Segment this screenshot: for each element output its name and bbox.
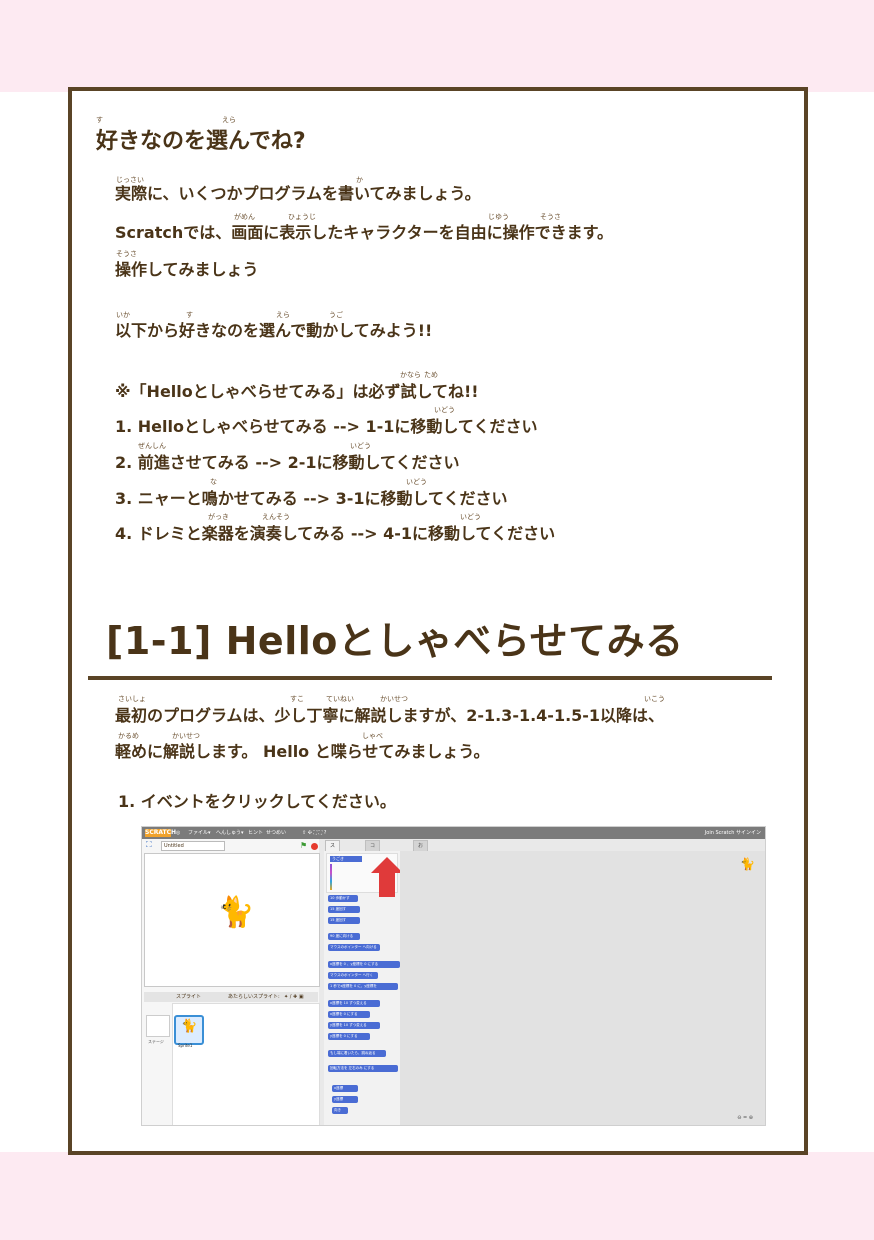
intro-line-3: 操作してみましょう [115, 260, 259, 279]
palette-block[interactable]: x座標を 10 ずつ変える [328, 1000, 380, 1007]
sprite1-name: Sprite1 [178, 1043, 193, 1048]
stage[interactable]: 🐈 [144, 853, 320, 987]
toolbar-icons[interactable]: ⇧ ✣ ⛶ ⛶ ? [302, 829, 326, 837]
palette-block[interactable]: x座標を 0 、y座標を 0 にする [328, 961, 400, 968]
intro-note: ※「Helloとしゃべらせてみる」は必ず試してね!! [115, 382, 479, 401]
red-arrow-shaft [379, 873, 395, 897]
sprite-preview-icon: 🐈 [740, 857, 755, 871]
sprites-label: スプライト [176, 994, 202, 1000]
block-palette: うごき 10 歩動かす 15 度回す 15 度回す 90 度に向ける マウスのポ… [324, 851, 403, 1125]
fullscreen-icon[interactable]: ⛶ [146, 841, 152, 849]
palette-block[interactable]: 向き [332, 1107, 348, 1114]
palette-block[interactable]: 15 度回す [328, 906, 360, 913]
scratch-menubar: SCRATCH ◎ ファイル▾ へんしゅう▾ ヒント せつめい ⇧ ✣ ⛶ ⛶ … [142, 827, 765, 839]
palette-block[interactable]: 90 度に向ける [328, 933, 360, 940]
palette-block[interactable]: y座標を 0 にする [328, 1033, 370, 1040]
intro-line-1: 実際に、いくつかプログラムを書いてみましょう。 [115, 184, 481, 203]
option-4: 4. ドレミと楽器を演奏してみる --> 4-1に移動してください [115, 524, 556, 543]
menu-about[interactable]: せつめい [266, 829, 286, 837]
cat-sprite-icon[interactable]: 🐈 [217, 898, 254, 928]
signin-link[interactable]: Join Scratch サインイン [705, 829, 761, 837]
globe-icon[interactable]: ◎ [176, 829, 180, 837]
scratch-logo: SCRATCH [145, 829, 177, 837]
option-2: 2. 前進させてみる --> 2-1に移動してください [115, 453, 460, 472]
palette-block[interactable]: x座標を 0 にする [328, 1011, 370, 1018]
section-line-1: 最初のプログラムは、少し丁寧に解説しますが、2-1.3-1.4-1.5-1以降は… [115, 706, 665, 725]
menu-file[interactable]: ファイル▾ [188, 829, 211, 837]
script-area[interactable]: 🐈 ⊖ = ⊕ [400, 851, 765, 1125]
bottom-pink-band [0, 1152, 874, 1240]
palette-block[interactable]: x座標 [332, 1085, 358, 1092]
palette-block[interactable]: 1 秒でx座標を 0 に、y座標を [328, 983, 398, 990]
palette-block[interactable]: マウスのポインター へ向ける [328, 944, 380, 951]
palette-block[interactable]: もし端に着いたら、跳ね返る [328, 1050, 386, 1057]
palette-block[interactable]: y座標を 10 ずつ変える [328, 1022, 380, 1029]
palette-block[interactable]: マウスのポインター へ行く [328, 972, 378, 979]
category-motion[interactable]: うごき [330, 856, 362, 862]
palette-block[interactable]: y座標 [332, 1096, 358, 1103]
stage-thumbnail[interactable] [146, 1015, 170, 1037]
red-arrow-annotation [371, 857, 403, 873]
section-divider [88, 676, 772, 680]
menu-edit[interactable]: へんしゅう▾ [216, 829, 244, 837]
palette-block[interactable]: 回転方法を 左右のみ にする [328, 1065, 398, 1072]
new-sprite-icons[interactable]: ✦ / ✚ ▣ [284, 992, 304, 1002]
palette-block[interactable]: 15 度回す [328, 917, 360, 924]
sprites-header: スプライト あたらしいスプライト: ✦ / ✚ ▣ [144, 992, 318, 1002]
scratch-screenshot: SCRATCH ◎ ファイル▾ へんしゅう▾ ヒント せつめい ⇧ ✣ ⛶ ⛶ … [141, 826, 766, 1126]
intro-heading: 好きなのを選んでね? [96, 129, 306, 154]
option-1: 1. Helloとしゃべらせてみる --> 1-1に移動してください [115, 417, 538, 436]
zoom-controls[interactable]: ⊖ = ⊕ [737, 1115, 753, 1121]
category-colors[interactable] [330, 864, 332, 890]
intro-line-2: Scratchでは、画面に表示したキャラクターを自由に操作できます。 [115, 223, 613, 242]
project-title-input[interactable]: Untitled [161, 841, 225, 851]
section-line-2: 軽めに解説します。 Hello と喋らせてみましょう。 [115, 742, 490, 761]
stage-label: ステージ [148, 1039, 164, 1044]
cat-icon: 🐈 [181, 1019, 198, 1034]
palette-block[interactable]: 10 歩動かす [328, 895, 358, 902]
intro-line-4: 以下から好きなのを選んで動かしてみよう!! [115, 321, 433, 340]
top-pink-band [0, 0, 874, 92]
new-sprite-label: あたらしいスプライト: [228, 994, 280, 1000]
green-flag-icon[interactable]: ⚑ [300, 842, 307, 850]
option-3: 3. ニャーと鳴かせてみる --> 3-1に移動してください [115, 489, 508, 508]
step-1: 1. イベントをクリックしてください。 [118, 792, 396, 811]
stop-icon[interactable] [311, 843, 318, 850]
menu-tips[interactable]: ヒント [248, 829, 263, 837]
section-title: [1-1] Helloとしゃべらせてみる [106, 619, 684, 663]
stage-panel: ⛶ Untitled ⚑ 🐈 スプライト あたらしいスプライト: ✦ / ✚ ▣… [142, 839, 320, 1125]
sprite1-thumbnail[interactable]: 🐈 [174, 1015, 204, 1045]
